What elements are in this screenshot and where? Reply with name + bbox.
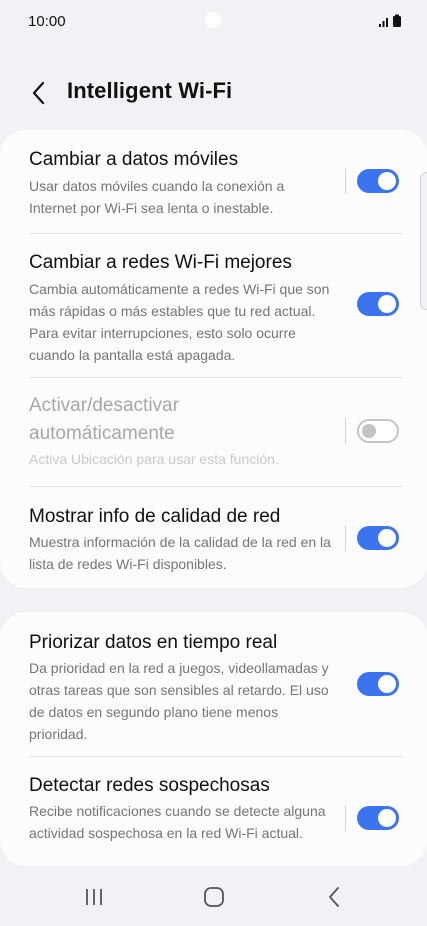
setting-description: Activa Ubicación para usar esta función.: [29, 451, 279, 467]
battery-icon: [393, 14, 401, 27]
scroll-handle[interactable]: [420, 172, 427, 310]
toggle-knob: [378, 529, 396, 547]
setting-description: Cambia automáticamente a redes Wi-Fi que…: [29, 281, 330, 363]
toggle-knob: [362, 424, 376, 438]
setting-row-auto-toggle-wifi: Activar/desactivar automáticamente Activ…: [0, 378, 427, 486]
row-separator: [345, 525, 346, 551]
row-separator: [345, 168, 346, 194]
toggle-knob: [378, 809, 396, 827]
toggle-knob: [378, 172, 396, 190]
setting-row-show-network-quality[interactable]: Mostrar info de calidad de red Muestra i…: [0, 487, 427, 588]
nav-back-button[interactable]: [312, 880, 356, 914]
switch-to-mobile-data-toggle[interactable]: [357, 169, 399, 193]
prioritize-realtime-data-toggle[interactable]: [357, 672, 399, 696]
detect-suspicious-networks-toggle[interactable]: [357, 806, 399, 830]
setting-title: Mostrar info de calidad de red: [29, 506, 281, 527]
camera-cutout: [205, 12, 221, 28]
recent-apps-icon: [86, 889, 102, 905]
setting-row-prioritize-realtime-data[interactable]: Priorizar datos en tiempo real Da priori…: [0, 612, 427, 756]
row-separator: [345, 418, 346, 444]
show-network-quality-toggle[interactable]: [357, 526, 399, 550]
back-button[interactable]: [22, 76, 56, 110]
navigation-bar: [0, 866, 427, 926]
setting-row-switch-to-better-wifi[interactable]: Cambiar a redes Wi-Fi mejores Cambia aut…: [0, 234, 427, 377]
toggle-knob: [378, 675, 396, 693]
status-icons: [379, 14, 403, 28]
setting-title: Priorizar datos en tiempo real: [29, 632, 278, 653]
setting-description: Da prioridad en la red a juegos, videoll…: [29, 660, 329, 742]
setting-title: Detectar redes sospechosas: [29, 775, 270, 796]
setting-title: Cambiar a redes Wi-Fi mejores: [29, 252, 292, 273]
setting-title: Cambiar a datos móviles: [29, 149, 239, 170]
settings-card-priority: Priorizar datos en tiempo real Da priori…: [0, 612, 427, 866]
setting-title: Activar/desactivar automáticamente: [29, 395, 179, 444]
home-button[interactable]: [192, 880, 236, 914]
back-icon: [329, 887, 339, 907]
setting-description: Recibe notificaciones cuando se detecte …: [29, 803, 326, 841]
status-bar: 10:00: [0, 0, 427, 46]
page-title: Intelligent Wi-Fi: [67, 78, 233, 103]
status-time: 10:00: [28, 13, 66, 30]
setting-row-switch-to-mobile-data[interactable]: Cambiar a datos móviles Usar datos móvil…: [0, 130, 427, 233]
toggle-knob: [378, 295, 396, 313]
settings-card-network: Cambiar a datos móviles Usar datos móvil…: [0, 130, 427, 588]
home-icon: [204, 887, 224, 907]
setting-row-detect-suspicious-networks[interactable]: Detectar redes sospechosas Recibe notifi…: [0, 757, 427, 866]
setting-description: Usar datos móviles cuando la conexión a …: [29, 178, 285, 216]
recent-apps-button[interactable]: [72, 880, 116, 914]
setting-description: Muestra información de la calidad de la …: [29, 534, 331, 572]
signal-bars-icon: [379, 14, 401, 27]
row-separator: [345, 805, 346, 831]
app-header: Intelligent Wi-Fi: [0, 64, 427, 120]
auto-toggle-wifi-toggle: [357, 419, 399, 443]
chevron-left-icon: [32, 81, 45, 105]
switch-to-better-wifi-toggle[interactable]: [357, 292, 399, 316]
